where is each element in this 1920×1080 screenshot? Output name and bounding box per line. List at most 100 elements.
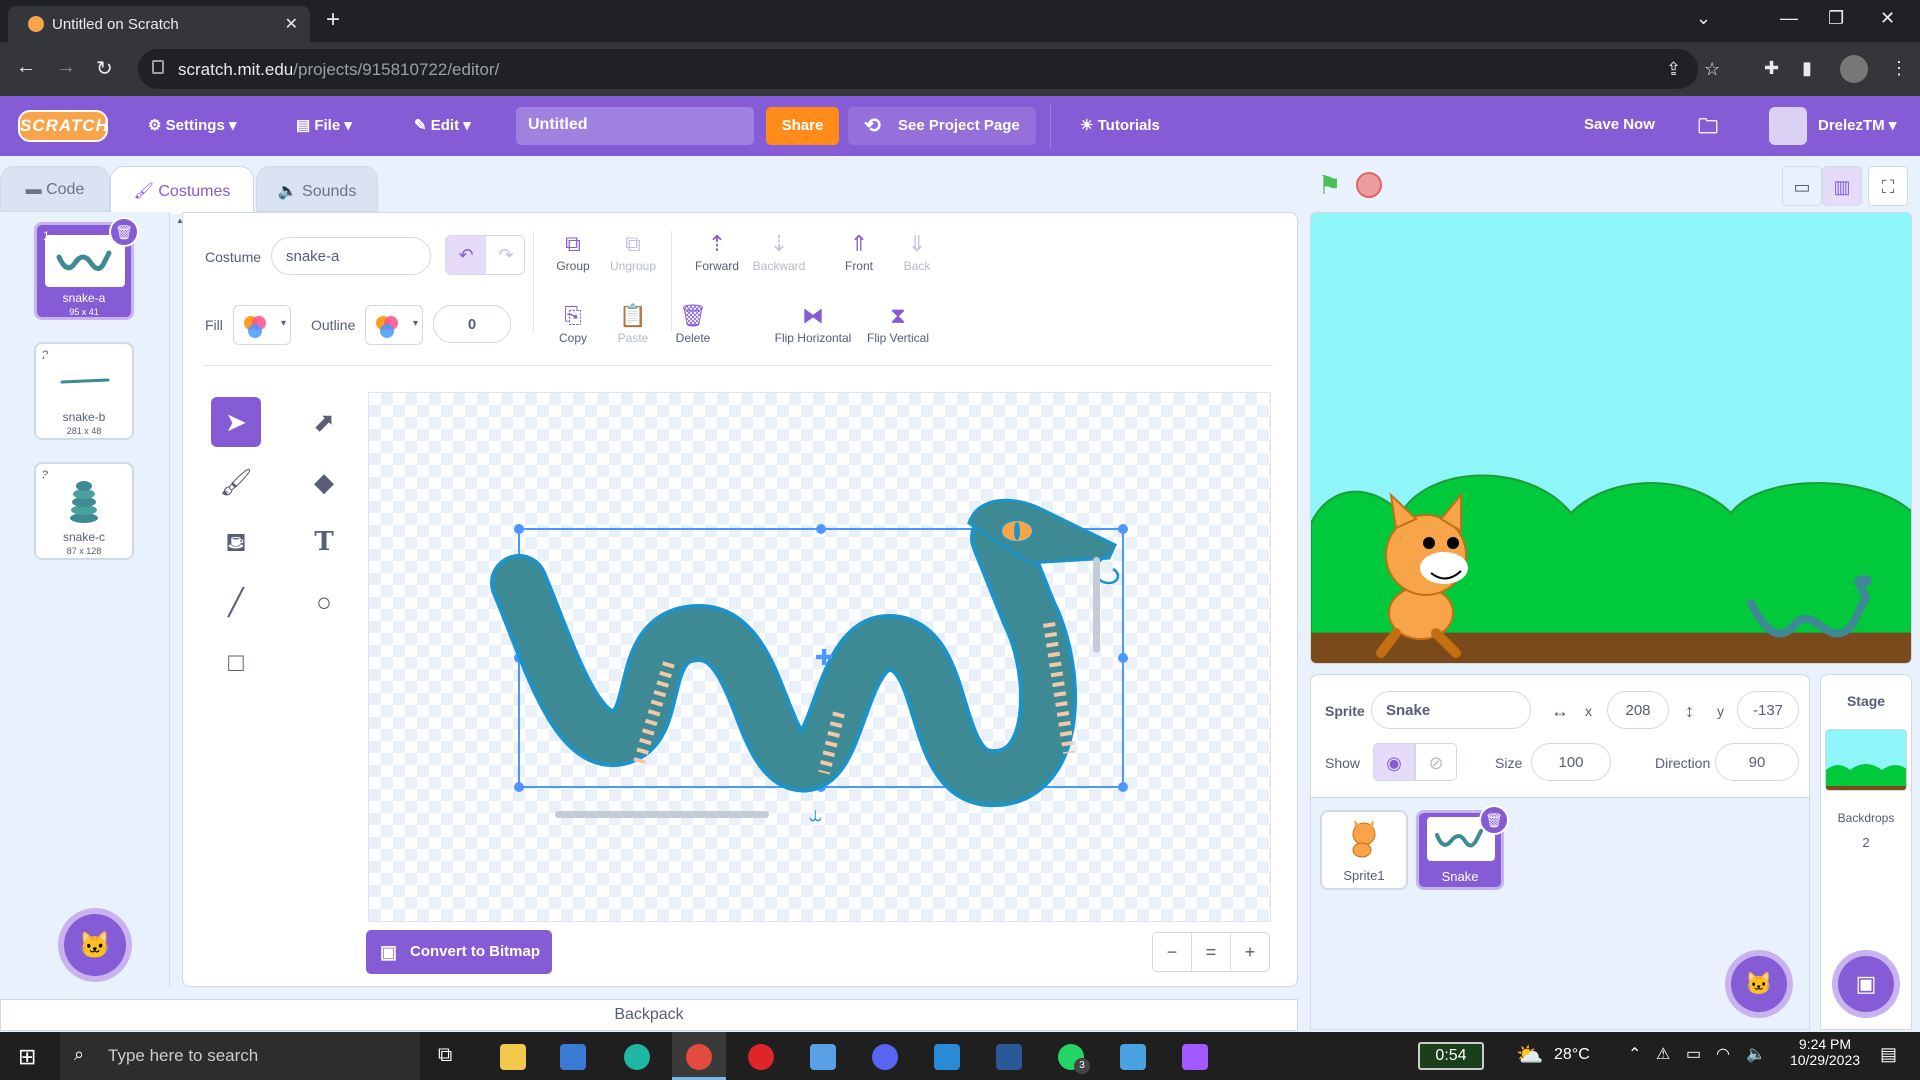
save-now-button[interactable]: Save Now: [1584, 116, 1655, 133]
tab-costumes[interactable]: 🖌 Costumes: [110, 166, 254, 214]
task-view-icon[interactable]: ⧉: [438, 1044, 452, 1067]
windows-start-icon[interactable]: ⊞: [18, 1044, 36, 1070]
edit-menu[interactable]: ✎ Edit ▾: [414, 116, 471, 134]
backpack-bar[interactable]: Backpack: [0, 999, 1298, 1031]
ungroup-button[interactable]: ⧉ Ungroup: [601, 231, 665, 273]
stop-icon[interactable]: [1356, 172, 1382, 198]
tab-search-icon[interactable]: ⌄: [1696, 8, 1711, 29]
delete-button[interactable]: 🗑 Delete: [661, 303, 725, 345]
file-menu[interactable]: ▤ File ▾: [296, 116, 352, 134]
browser-menu-icon[interactable]: ⋮: [1890, 58, 1908, 79]
sprite-name-input[interactable]: Snake: [1371, 691, 1531, 729]
undo-icon[interactable]: ↶: [446, 236, 486, 274]
zoom-reset-button[interactable]: =: [1191, 932, 1231, 972]
settings-menu[interactable]: ⚙ Settings ▾: [148, 116, 237, 134]
costume-name-input[interactable]: snake-a: [271, 237, 431, 275]
forward-icon[interactable]: →: [56, 56, 76, 79]
volume-icon[interactable]: 🔈: [1746, 1044, 1766, 1064]
photos-icon[interactable]: [1120, 1044, 1146, 1070]
new-tab-icon[interactable]: +: [326, 6, 340, 34]
flip-horizontal-button[interactable]: ⧓ Flip Horizontal: [771, 303, 855, 345]
canvas-v-scrollbar[interactable]: [1093, 557, 1100, 653]
microsoft-store-icon[interactable]: [560, 1044, 586, 1070]
browser-tab[interactable]: Untitled on Scratch ✕: [8, 6, 310, 42]
restore-icon[interactable]: ❐: [1828, 8, 1844, 29]
show-visible-button[interactable]: ◉: [1373, 743, 1415, 781]
eraser-tool[interactable]: ◆: [299, 457, 349, 507]
redo-icon[interactable]: ↷: [486, 236, 526, 274]
scratch-logo[interactable]: SCRATCH: [18, 110, 108, 142]
x-position-input[interactable]: 208: [1607, 691, 1669, 729]
profile-avatar[interactable]: [1840, 55, 1868, 83]
text-tool[interactable]: T: [299, 517, 349, 567]
zoom-out-button[interactable]: −: [1152, 932, 1192, 972]
flip-vertical-button[interactable]: ⧗ Flip Vertical: [861, 303, 935, 345]
file-explorer-icon[interactable]: [500, 1044, 526, 1070]
chrome-taskbar-active[interactable]: [672, 1032, 726, 1080]
paste-button[interactable]: 📋 Paste: [601, 303, 665, 345]
show-hidden-button[interactable]: ⊘: [1415, 743, 1457, 781]
delete-costume-icon[interactable]: 🗑: [109, 217, 139, 247]
fullscreen-button[interactable]: ⛶: [1868, 166, 1908, 206]
share-button[interactable]: Share: [766, 107, 839, 145]
tab-sounds[interactable]: 🔈 Sounds: [256, 166, 378, 212]
fill-tool[interactable]: ⛾: [211, 517, 261, 567]
choose-sprite-button[interactable]: 🐱: [1731, 956, 1787, 1012]
weather-icon[interactable]: ⛅: [1516, 1042, 1543, 1068]
tray-chevron-icon[interactable]: ⌃: [1628, 1044, 1641, 1064]
sprite-tile-snake[interactable]: Snake 🗑: [1416, 805, 1509, 890]
word-icon[interactable]: [996, 1044, 1022, 1070]
tab-code[interactable]: ▬ Code: [0, 166, 110, 212]
mail-icon[interactable]: [810, 1044, 836, 1070]
small-stage-button[interactable]: ▭: [1782, 166, 1822, 206]
y-position-input[interactable]: -137: [1737, 691, 1799, 729]
zoom-in-button[interactable]: +: [1230, 932, 1270, 972]
sprite-tile-sprite1[interactable]: Sprite1: [1320, 810, 1408, 890]
rectangle-tool[interactable]: □: [211, 637, 261, 687]
extensions-icon[interactable]: ✚: [1764, 58, 1779, 79]
convert-to-bitmap-button[interactable]: ▣ Convert to Bitmap: [366, 930, 552, 974]
costume-item[interactable]: 2 snake-b 281 x 48: [34, 342, 134, 440]
see-project-page-button[interactable]: ⟲ See Project Page: [848, 107, 1036, 145]
project-title-input[interactable]: Untitled: [516, 107, 754, 145]
choose-costume-button[interactable]: 🐱: [64, 914, 126, 976]
delete-sprite-icon[interactable]: 🗑: [1479, 805, 1509, 835]
normal-stage-button[interactable]: ▥: [1822, 166, 1862, 206]
direction-input[interactable]: 90: [1715, 743, 1799, 781]
back-icon[interactable]: ←: [16, 56, 36, 79]
window-close-icon[interactable]: ✕: [1880, 8, 1895, 29]
minimize-icon[interactable]: —: [1780, 8, 1798, 29]
fill-color-picker[interactable]: ▾: [233, 305, 291, 345]
size-input[interactable]: 100: [1531, 743, 1611, 781]
user-avatar[interactable]: [1769, 107, 1807, 145]
costume-item[interactable]: 3 snake-c 87 x 128: [34, 462, 134, 560]
copy-button[interactable]: ⎘ Copy: [541, 303, 605, 345]
vscode-icon[interactable]: [934, 1044, 960, 1070]
outline-color-picker[interactable]: ▾: [365, 305, 423, 345]
address-bar[interactable]: scratch.mit.edu/projects/915810722/edito…: [138, 49, 1720, 89]
bookmark-star-icon[interactable]: ☆: [1704, 59, 1720, 80]
tab-close-icon[interactable]: ✕: [285, 14, 298, 34]
battery-icon[interactable]: ▭: [1686, 1044, 1701, 1064]
choose-backdrop-button[interactable]: ▣: [1838, 956, 1894, 1012]
whatsapp-icon[interactable]: 3: [1058, 1044, 1090, 1074]
notifications-icon[interactable]: ▤: [1880, 1044, 1897, 1065]
front-button[interactable]: ⇑ Front: [827, 231, 891, 273]
tutorials-button[interactable]: ☀ Tutorials: [1080, 116, 1160, 134]
reload-icon[interactable]: ↻: [96, 56, 113, 81]
select-tool[interactable]: ➤: [211, 397, 261, 447]
clock[interactable]: 9:24 PM 10/29/2023: [1784, 1036, 1866, 1068]
forward-button[interactable]: ⇡ Forward: [685, 231, 749, 273]
canvas-h-scrollbar[interactable]: [555, 811, 769, 818]
account-menu[interactable]: DrelezTM ▾: [1818, 116, 1896, 134]
taskbar-search-box[interactable]: ⌕ Type here to search: [60, 1032, 420, 1080]
back-button[interactable]: ⇓ Back: [885, 231, 949, 273]
paint-canvas[interactable]: ✚ ⥿: [368, 392, 1271, 922]
outline-width-input[interactable]: 0: [433, 305, 511, 343]
share-page-icon[interactable]: ⇪: [1666, 59, 1681, 80]
my-stuff-folder-icon[interactable]: 🗀: [1698, 112, 1718, 146]
edge-icon[interactable]: [624, 1044, 650, 1070]
costume-item[interactable]: 1 snake-a 95 x 41 🗑: [34, 217, 139, 320]
backward-button[interactable]: ⇣ Backward: [747, 231, 811, 273]
wifi-icon[interactable]: ◠: [1716, 1044, 1730, 1064]
